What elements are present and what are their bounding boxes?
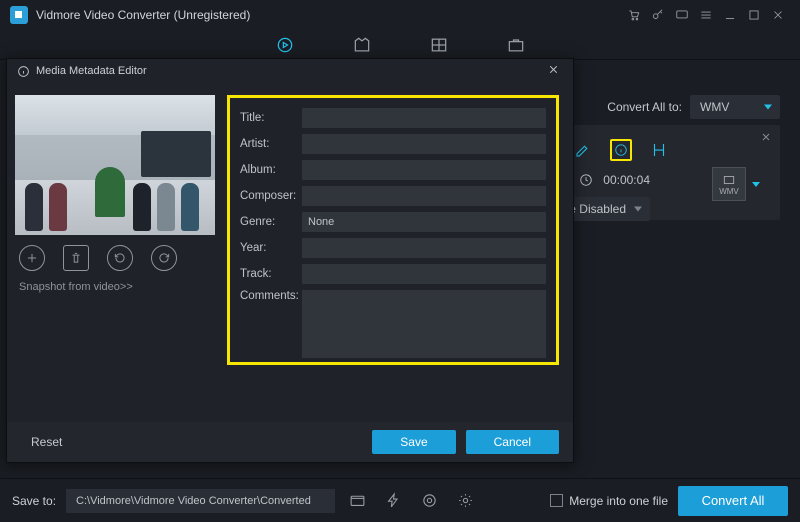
saveto-label: Save to: [12, 494, 56, 508]
chevron-down-icon [634, 207, 642, 212]
convert-all-format-select[interactable]: WMV [690, 95, 780, 119]
comments-label: Comments: [240, 290, 302, 302]
maximize-icon[interactable] [742, 3, 766, 27]
tab-toolbox-icon[interactable] [505, 34, 527, 56]
reset-button[interactable]: Reset [21, 430, 72, 454]
modal-close-icon[interactable] [547, 63, 563, 79]
metadata-info-icon[interactable] [610, 139, 632, 161]
composer-label: Composer: [240, 190, 302, 202]
top-tabs [0, 30, 800, 60]
output-format-label: WMV [719, 187, 739, 196]
convert-all-button[interactable]: Convert All [678, 486, 788, 516]
app-logo [10, 6, 28, 24]
high-speed-icon[interactable] [417, 488, 443, 514]
minimize-icon[interactable] [718, 3, 742, 27]
tab-collage-icon[interactable] [428, 34, 450, 56]
metadata-editor-modal: Media Metadata Editor Snapshot from vide… [6, 58, 574, 463]
composer-input[interactable] [302, 186, 546, 206]
genre-value: None [308, 216, 334, 228]
duration-label: 00:00:04 [603, 173, 650, 187]
clock-icon [579, 173, 593, 187]
key-icon[interactable] [646, 3, 670, 27]
track-label: Track: [240, 268, 302, 280]
title-input[interactable] [302, 108, 546, 128]
open-folder-icon[interactable] [345, 488, 371, 514]
modal-title: Media Metadata Editor [36, 65, 147, 77]
titlebar: Vidmore Video Converter (Unregistered) [0, 0, 800, 30]
comments-input[interactable] [302, 290, 546, 358]
settings-icon[interactable] [453, 488, 479, 514]
chevron-down-icon[interactable] [752, 182, 760, 187]
metadata-form: Title: Artist: Album: Composer: Genre: N… [227, 95, 559, 365]
merge-checkbox-row[interactable]: Merge into one file [550, 494, 668, 508]
menu-icon[interactable] [694, 3, 718, 27]
convert-all-label: Convert All to: [607, 100, 682, 114]
add-thumb-button[interactable] [19, 245, 45, 271]
gpu-accel-icon[interactable] [381, 488, 407, 514]
close-window-icon[interactable] [766, 3, 790, 27]
modal-header: Media Metadata Editor [7, 59, 573, 83]
info-icon [17, 65, 30, 78]
bottom-bar: Save to: C:\Vidmore\Vidmore Video Conver… [0, 478, 800, 522]
album-input[interactable] [302, 160, 546, 180]
output-format-box[interactable]: WMV [712, 167, 746, 201]
merge-checkbox[interactable] [550, 494, 563, 507]
snapshot-link[interactable]: Snapshot from video>> [15, 281, 215, 293]
feedback-icon[interactable] [670, 3, 694, 27]
save-path-value: C:\Vidmore\Vidmore Video Converter\Conve… [76, 495, 311, 507]
save-button[interactable]: Save [372, 430, 455, 454]
merge-label: Merge into one file [569, 494, 668, 508]
thumbnail-preview [15, 95, 215, 235]
genre-label: Genre: [240, 216, 302, 228]
card-close-icon[interactable] [760, 131, 774, 145]
artist-label: Artist: [240, 138, 302, 150]
artist-input[interactable] [302, 134, 546, 154]
convert-all-format-value: WMV [700, 100, 729, 114]
save-path-select[interactable]: C:\Vidmore\Vidmore Video Converter\Conve… [66, 489, 335, 513]
trim-icon[interactable] [648, 139, 670, 161]
year-input[interactable] [302, 238, 546, 258]
title-label: Title: [240, 112, 302, 124]
album-label: Album: [240, 164, 302, 176]
tab-converter-icon[interactable] [274, 34, 296, 56]
delete-thumb-button[interactable] [63, 245, 89, 271]
convert-all-row: Convert All to: WMV [607, 95, 780, 119]
edit-video-icon[interactable] [572, 139, 594, 161]
cart-icon[interactable] [622, 3, 646, 27]
modal-footer: Reset Save Cancel [7, 422, 573, 462]
rotate-left-button[interactable] [107, 245, 133, 271]
track-input[interactable] [302, 264, 546, 284]
rotate-right-button[interactable] [151, 245, 177, 271]
cancel-button[interactable]: Cancel [466, 430, 559, 454]
genre-select[interactable]: None [302, 212, 546, 232]
thumbnail-column: Snapshot from video>> [15, 95, 215, 365]
year-label: Year: [240, 242, 302, 254]
app-title: Vidmore Video Converter (Unregistered) [36, 8, 250, 22]
chevron-down-icon [764, 105, 772, 110]
tab-mv-icon[interactable] [351, 34, 373, 56]
